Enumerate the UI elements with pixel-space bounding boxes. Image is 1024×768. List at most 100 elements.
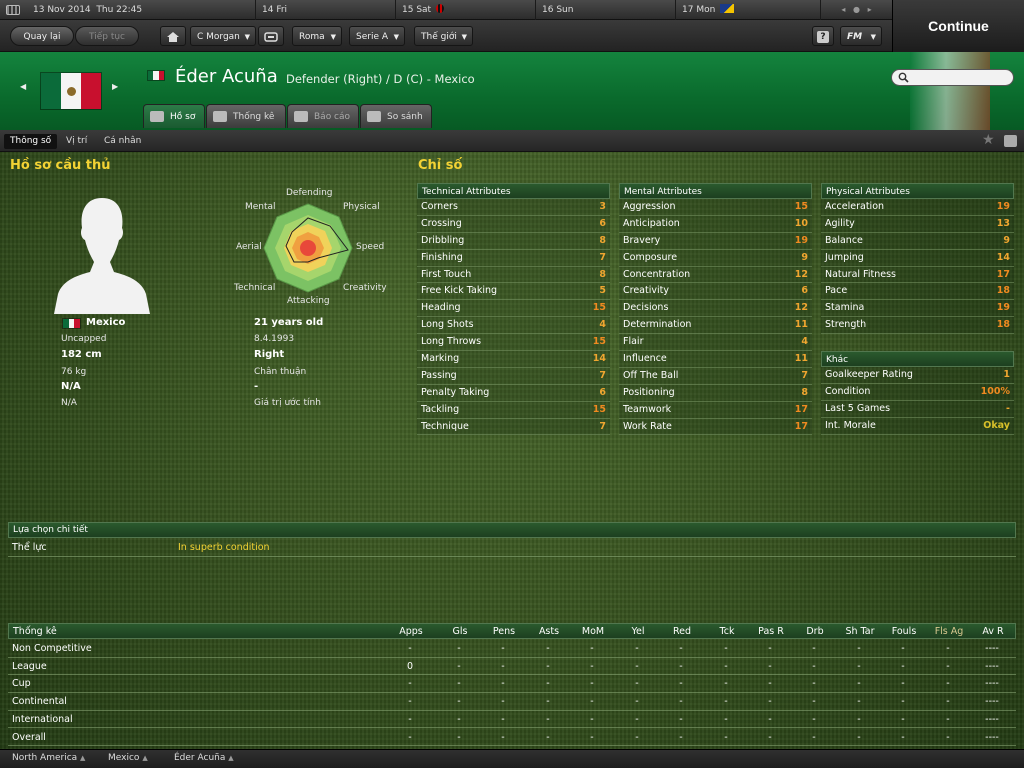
attribute-row[interactable]: Heading 15 xyxy=(417,300,610,318)
next-player-icon[interactable]: ▶ xyxy=(112,82,118,91)
day-15[interactable]: 15 Sat xyxy=(395,0,535,20)
attribute-row[interactable]: Long Shots 4 xyxy=(417,317,610,335)
club-dropdown[interactable]: Roma ▼ xyxy=(292,26,342,46)
attribute-row[interactable]: Technique 7 xyxy=(417,418,610,436)
attribute-row[interactable]: Influence 11 xyxy=(619,351,812,368)
attribute-row[interactable]: Positioning 8 xyxy=(619,384,812,402)
notes-icon[interactable] xyxy=(1004,135,1017,147)
dot-icon[interactable]: ● xyxy=(853,5,860,14)
stats-column-header[interactable]: Drb xyxy=(797,624,833,639)
tab-profile[interactable]: Hồ sơ xyxy=(143,104,205,128)
day-16[interactable]: 16 Sun xyxy=(535,0,675,20)
attribute-row[interactable]: Balance 9 xyxy=(821,232,1014,250)
attribute-row[interactable]: Goalkeeper Rating 1 xyxy=(821,367,1014,384)
stats-row[interactable]: International - - - - - - - - - - - - - ---- xyxy=(8,711,1016,729)
attribute-row[interactable]: Decisions 12 xyxy=(619,300,812,318)
attribute-row[interactable]: Penalty Taking 6 xyxy=(417,384,610,402)
calendar-icon[interactable] xyxy=(6,5,20,15)
tab-stats[interactable]: Thống kê xyxy=(206,104,286,128)
attribute-row[interactable]: Anticipation 10 xyxy=(619,215,812,233)
next-icon[interactable]: ▸ xyxy=(868,5,872,14)
stats-row[interactable]: Overall - - - - - - - - - - - - - ---- xyxy=(8,729,1016,747)
stats-column-header[interactable]: MoM xyxy=(573,624,613,639)
subtab-attributes[interactable]: Thông số xyxy=(4,134,58,149)
attribute-row[interactable]: Off The Ball 7 xyxy=(619,367,812,385)
league-dropdown[interactable]: Serie A ▼ xyxy=(349,26,405,46)
stats-row[interactable]: Cup - - - - - - - - - - - - - ---- xyxy=(8,675,1016,694)
attribute-row[interactable]: Passing 7 xyxy=(417,367,610,385)
attribute-row[interactable]: Concentration 12 xyxy=(619,266,812,284)
attribute-row[interactable]: Agility 13 xyxy=(821,215,1014,233)
search-input[interactable] xyxy=(891,69,1014,86)
attribute-row[interactable]: Acceleration 19 xyxy=(821,199,1014,216)
attribute-row[interactable]: Free Kick Taking 5 xyxy=(417,283,610,301)
attribute-row[interactable]: Strength 18 xyxy=(821,317,1014,335)
attribute-row[interactable]: Finishing 7 xyxy=(417,249,610,267)
fm-menu[interactable]: FM ▼ xyxy=(840,26,882,46)
attribute-row[interactable]: Tackling 15 xyxy=(417,401,610,419)
stats-row[interactable]: Non Competitive - - - - - - - - - - - - - ---- xyxy=(8,640,1016,658)
tab-compare[interactable]: So sánh xyxy=(360,104,432,128)
attribute-row[interactable]: Flair 4 xyxy=(619,334,812,352)
attribute-row[interactable]: Stamina 19 xyxy=(821,300,1014,318)
attribute-row[interactable]: Marking 14 xyxy=(417,351,610,368)
attribute-row[interactable]: Determination 11 xyxy=(619,317,812,335)
inbox-button[interactable] xyxy=(258,26,284,46)
attribute-row[interactable]: Crossing 6 xyxy=(417,215,610,233)
breadcrumb-nation[interactable]: Mexico ▲ xyxy=(108,753,148,763)
back-button[interactable]: Quay lại xyxy=(10,26,74,46)
attribute-row[interactable]: First Touch 8 xyxy=(417,266,610,284)
subtab-positions[interactable]: Vị trí xyxy=(60,134,93,149)
day-14[interactable]: 14 Fri xyxy=(255,0,395,20)
league-label: Serie A xyxy=(356,32,389,42)
tab-report[interactable]: Báo cáo xyxy=(287,104,359,128)
stats-column-header[interactable]: Pens xyxy=(484,624,524,639)
attribute-row[interactable]: Work Rate 17 xyxy=(619,418,812,436)
day-17[interactable]: 17 Mon xyxy=(675,0,820,20)
home-button[interactable] xyxy=(160,26,186,46)
attribute-row[interactable]: Condition 100% xyxy=(821,383,1014,401)
subtab-personal[interactable]: Cá nhân xyxy=(98,134,147,149)
stats-column-header[interactable]: Asts xyxy=(531,624,567,639)
star-icon[interactable]: ★ xyxy=(982,132,995,148)
stats-column-header[interactable]: Red xyxy=(664,624,700,639)
details-row[interactable]: Thể lực In superb condition xyxy=(8,539,1016,557)
attribute-row[interactable]: Natural Fitness 17 xyxy=(821,266,1014,284)
stats-cell: - xyxy=(457,660,461,672)
breadcrumb-region[interactable]: North America ▲ xyxy=(12,753,85,763)
attribute-row[interactable]: Composure 9 xyxy=(619,249,812,267)
attribute-row[interactable]: Long Throws 15 xyxy=(417,334,610,352)
stats-column-header[interactable]: Pas R xyxy=(751,624,791,639)
help-button[interactable]: ? xyxy=(812,26,834,46)
stats-cell: - xyxy=(635,731,639,743)
stats-column-header[interactable]: Av R xyxy=(977,624,1009,639)
attribute-row[interactable]: Dribbling 8 xyxy=(417,232,610,250)
stats-row[interactable]: Continental - - - - - - - - - - - - - ---- xyxy=(8,693,1016,711)
world-dropdown[interactable]: Thế giới ▼ xyxy=(414,26,473,46)
attribute-row[interactable]: Corners 3 xyxy=(417,199,610,216)
stats-column-header[interactable]: Gls xyxy=(442,624,478,639)
continue-button[interactable]: Continue xyxy=(892,0,1024,52)
forward-button[interactable]: Tiếp tục xyxy=(75,26,139,46)
attribute-row[interactable]: Last 5 Games - xyxy=(821,400,1014,418)
stats-row[interactable]: League 0- - - - - - - - - - - - ---- xyxy=(8,658,1016,676)
stats-column-header[interactable]: Sh Tar xyxy=(839,624,881,639)
attribute-row[interactable]: Jumping 14 xyxy=(821,249,1014,267)
attribute-row[interactable]: Creativity 6 xyxy=(619,283,812,301)
stats-column-header[interactable]: Apps xyxy=(391,624,431,639)
attribute-row[interactable]: Int. Morale Okay xyxy=(821,417,1014,435)
stats-column-header[interactable]: Fouls xyxy=(884,624,924,639)
stats-column-header[interactable]: Yel xyxy=(620,624,656,639)
prev-icon[interactable]: ◂ xyxy=(841,5,845,14)
attribute-row[interactable]: Bravery 19 xyxy=(619,232,812,250)
stats-cell: 0 xyxy=(406,660,414,672)
stats-column-header[interactable]: Tck xyxy=(709,624,745,639)
attribute-row[interactable]: Teamwork 17 xyxy=(619,401,812,419)
prev-player-icon[interactable]: ◀ xyxy=(20,82,26,91)
stats-column-header[interactable]: Fls Ag xyxy=(929,624,969,639)
manager-dropdown[interactable]: C Morgan ▼ xyxy=(190,26,256,46)
breadcrumb-player[interactable]: Éder Acuña ▲ xyxy=(174,753,234,763)
attribute-row[interactable]: Pace 18 xyxy=(821,283,1014,301)
attribute-row[interactable]: Aggression 15 xyxy=(619,199,812,216)
attribute-name: Work Rate xyxy=(623,420,672,432)
